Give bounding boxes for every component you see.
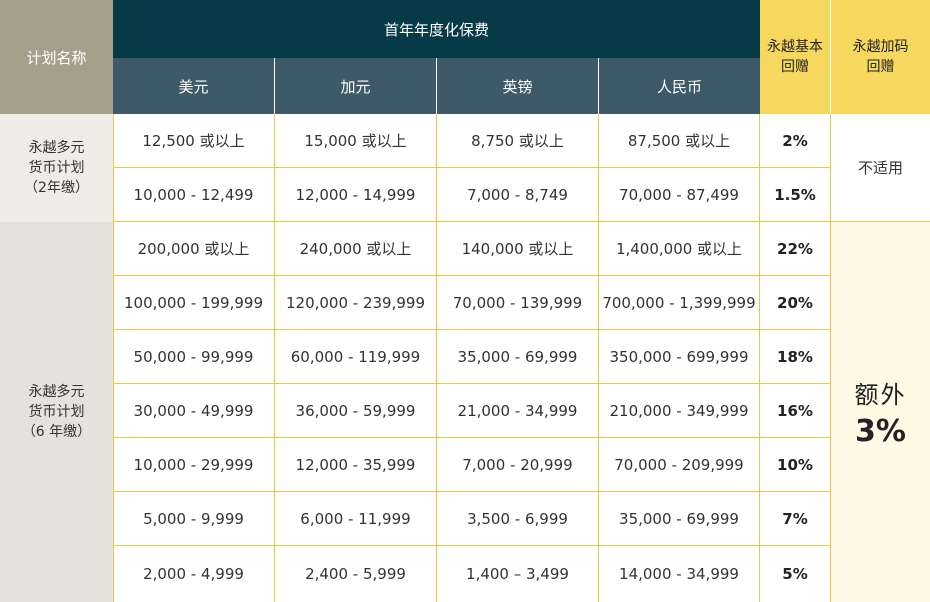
plan1-line2: 货币计划 <box>28 160 85 176</box>
table-cell-basic-rate: 1.5% <box>760 168 831 222</box>
extra-bonus-plan2: 额外 3% <box>831 222 930 602</box>
bonus-table: 计划名称 首年年度化保费 美元 加元 英镑 人民币 永越基本 回赠 永越加码 回… <box>0 0 930 602</box>
table-cell-usd: 10,000 - 29,999 <box>113 438 275 492</box>
extra-bonus-value: 3% <box>855 414 906 449</box>
table-cell-rmb: 35,000 - 69,999 <box>599 492 760 546</box>
table-cell-cad: 2,400 - 5,999 <box>275 546 437 602</box>
table-cell-usd: 12,500 或以上 <box>113 114 275 168</box>
table-cell-basic-rate: 18% <box>760 330 831 384</box>
plan1-line3: （2年缴） <box>24 180 89 196</box>
plan2-line2: 货币计划 <box>28 404 85 420</box>
table-cell-basic-rate: 20% <box>760 276 831 330</box>
table-cell-rmb: 700,000 - 1,399,999 <box>599 276 760 330</box>
table-cell-basic-rate: 10% <box>760 438 831 492</box>
table-cell-rmb: 14,000 - 34,999 <box>599 546 760 602</box>
header-plan-name: 计划名称 <box>0 0 113 114</box>
header-extra-bonus-line2: 回赠 <box>866 59 895 75</box>
table-cell-basic-rate: 5% <box>760 546 831 602</box>
table-cell-cad: 6,000 - 11,999 <box>275 492 437 546</box>
header-rmb: 人民币 <box>599 58 760 114</box>
plan2-line1: 永越多元 <box>28 384 85 400</box>
header-basic-bonus-line1: 永越基本 <box>767 39 823 55</box>
table-cell-basic-rate: 16% <box>760 384 831 438</box>
plan-name-6yr: 永越多元 货币计划 （6 年缴） <box>0 222 113 602</box>
table-cell-gbp: 7,000 - 20,999 <box>437 438 599 492</box>
table-cell-gbp: 8,750 或以上 <box>437 114 599 168</box>
table-cell-usd: 5,000 - 9,999 <box>113 492 275 546</box>
table-cell-rmb: 70,000 - 87,499 <box>599 168 760 222</box>
header-cad: 加元 <box>275 58 437 114</box>
header-first-year-premium: 首年年度化保费 <box>113 0 760 58</box>
table-cell-cad: 36,000 - 59,999 <box>275 384 437 438</box>
table-cell-usd: 100,000 - 199,999 <box>113 276 275 330</box>
table-cell-cad: 120,000 - 239,999 <box>275 276 437 330</box>
table-cell-gbp: 35,000 - 69,999 <box>437 330 599 384</box>
table-cell-cad: 12,000 - 14,999 <box>275 168 437 222</box>
table-cell-rmb: 350,000 - 699,999 <box>599 330 760 384</box>
table-cell-rmb: 1,400,000 或以上 <box>599 222 760 276</box>
table-cell-gbp: 70,000 - 139,999 <box>437 276 599 330</box>
table-cell-gbp: 1,400 – 3,499 <box>437 546 599 602</box>
table-cell-basic-rate: 22% <box>760 222 831 276</box>
plan2-line3: （6 年缴） <box>21 424 92 440</box>
table-cell-usd: 2,000 - 4,999 <box>113 546 275 602</box>
plan-name-2yr: 永越多元 货币计划 （2年缴） <box>0 114 113 222</box>
table-cell-gbp: 3,500 - 6,999 <box>437 492 599 546</box>
table-cell-usd: 50,000 - 99,999 <box>113 330 275 384</box>
table-cell-usd: 200,000 或以上 <box>113 222 275 276</box>
table-cell-rmb: 210,000 - 349,999 <box>599 384 760 438</box>
header-basic-bonus: 永越基本 回赠 <box>760 0 831 114</box>
extra-bonus-label: 额外 <box>854 381 907 409</box>
table-cell-rmb: 87,500 或以上 <box>599 114 760 168</box>
header-basic-bonus-line2: 回赠 <box>781 59 809 75</box>
header-usd: 美元 <box>113 58 275 114</box>
table-cell-usd: 30,000 - 49,999 <box>113 384 275 438</box>
table-cell-cad: 60,000 - 119,999 <box>275 330 437 384</box>
table-cell-cad: 15,000 或以上 <box>275 114 437 168</box>
table-cell-gbp: 7,000 - 8,749 <box>437 168 599 222</box>
table-cell-cad: 12,000 - 35,999 <box>275 438 437 492</box>
header-gbp: 英镑 <box>437 58 599 114</box>
header-extra-bonus: 永越加码 回赠 <box>831 0 930 114</box>
table-cell-gbp: 140,000 或以上 <box>437 222 599 276</box>
table-cell-cad: 240,000 或以上 <box>275 222 437 276</box>
table-cell-gbp: 21,000 - 34,999 <box>437 384 599 438</box>
plan1-line1: 永越多元 <box>28 140 85 156</box>
table-cell-basic-rate: 2% <box>760 114 831 168</box>
table-cell-rmb: 70,000 - 209,999 <box>599 438 760 492</box>
extra-bonus-plan1: 不适用 <box>831 114 930 222</box>
table-cell-usd: 10,000 - 12,499 <box>113 168 275 222</box>
header-extra-bonus-line1: 永越加码 <box>852 39 909 55</box>
table-cell-basic-rate: 7% <box>760 492 831 546</box>
